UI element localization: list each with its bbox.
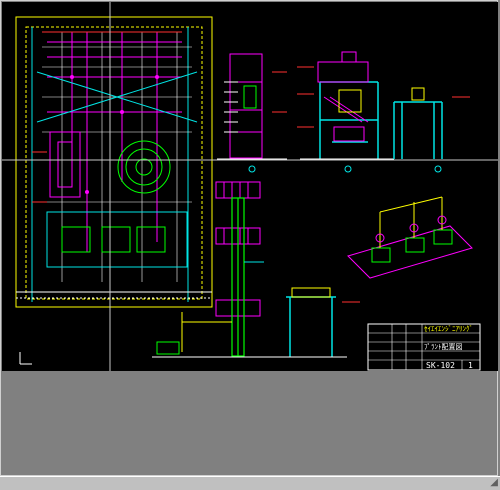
elevation-view-c — [393, 87, 470, 173]
elevation-view-b — [297, 51, 394, 173]
ucs-icon — [19, 352, 32, 365]
title-block-company: ｾｲｴｲｴﾝｼﾞﾆｱﾘﾝｸﾞ — [424, 325, 473, 333]
size-grip-icon[interactable]: ◢ — [490, 477, 498, 489]
title-block-sheet: 1 — [468, 361, 473, 370]
cad-drawing: ｾｲｴｲｴﾝｼﾞﾆｱﾘﾝｸﾞ ﾌﾟﾗﾝﾄ配置図 SK-102 1 — [2, 2, 498, 371]
frame-elevation — [277, 287, 360, 358]
plan-view — [15, 16, 213, 308]
elevation-view-a — [217, 53, 287, 173]
title-block: ｾｲｴｲｴﾝｼﾞﾆｱﾘﾝｸﾞ ﾌﾟﾗﾝﾄ配置図 SK-102 1 — [367, 323, 481, 371]
plan-inner-border — [25, 26, 203, 300]
title-block-drawing-title: ﾌﾟﾗﾝﾄ配置図 — [424, 343, 463, 351]
cad-viewer-window: ｾｲｴｲｴﾝｼﾞﾆｱﾘﾝｸﾞ ﾌﾟﾗﾝﾄ配置図 SK-102 1 ◢ — [0, 0, 500, 490]
drawing-canvas[interactable]: ｾｲｴｲｴﾝｼﾞﾆｱﾘﾝｸﾞ ﾌﾟﾗﾝﾄ配置図 SK-102 1 — [2, 2, 498, 371]
plan-border — [15, 16, 213, 308]
isometric-view — [347, 196, 473, 279]
status-bar: ◢ — [0, 476, 500, 490]
tower-elevation — [152, 181, 277, 358]
title-block-drawing-number: SK-102 — [426, 361, 455, 370]
